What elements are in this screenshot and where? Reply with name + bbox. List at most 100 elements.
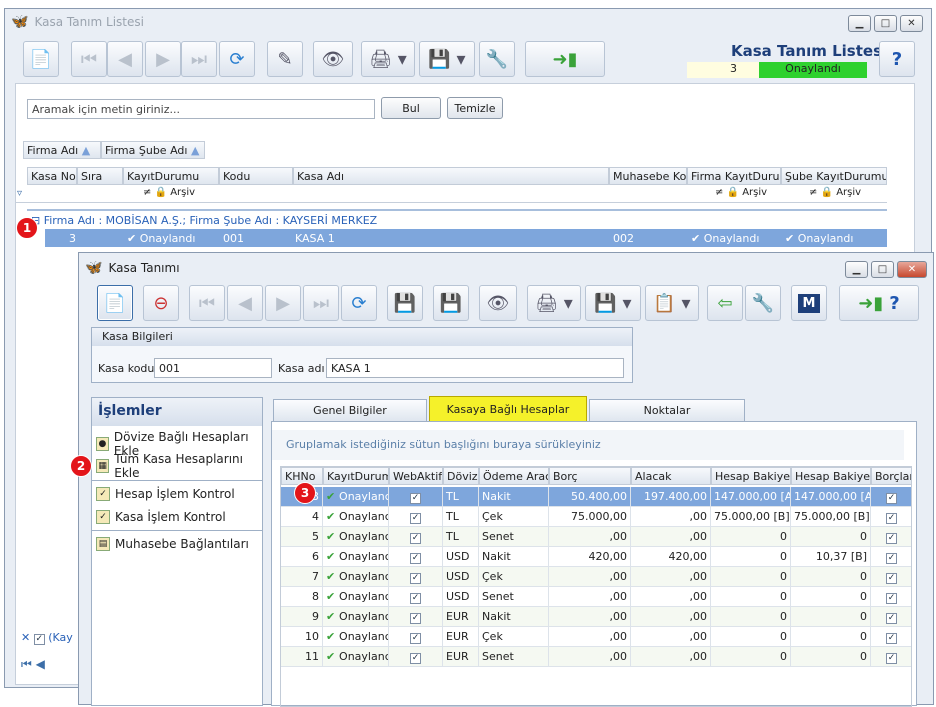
col-kasa-no[interactable]: Kasa No	[27, 167, 77, 185]
next-record-icon[interactable]: ▶	[265, 285, 301, 321]
col-alacak[interactable]: Alacak	[631, 467, 711, 485]
tab-noktalar[interactable]: Noktalar	[589, 399, 745, 421]
checkbox[interactable]: ✓	[410, 553, 421, 564]
close-button[interactable]: ✕	[897, 261, 927, 278]
refresh-icon[interactable]: ⟳	[341, 285, 377, 321]
checkbox[interactable]: ✓	[886, 653, 897, 664]
edit-icon[interactable]: ✎	[267, 41, 303, 77]
cell-web-aktif[interactable]: ✓	[389, 587, 443, 607]
copy-button[interactable]: 📋 ▾	[645, 285, 699, 321]
checkbox[interactable]: ✓	[410, 613, 421, 624]
tum-kasa-hesaplari-ekle[interactable]: ▦ Tüm Kasa Hesaplarını Ekle	[96, 452, 262, 480]
doviz-hesaplari-ekle[interactable]: ● Dövize Bağlı Hesapları Ekle	[96, 430, 262, 458]
cell-borclanir[interactable]: ✓	[871, 627, 911, 647]
preview-icon[interactable]: 👁	[313, 41, 353, 77]
table-row[interactable]: 9 ✔ Onaylanc ✓ EUR Nakit ,00,00 0 0 ✓	[281, 607, 911, 627]
cell-borclanir[interactable]: ✓	[871, 567, 911, 587]
first-record-icon[interactable]: ⏮	[189, 285, 225, 321]
col-sira[interactable]: Sıra	[77, 167, 123, 185]
checkbox[interactable]: ✓	[410, 633, 421, 644]
cell-borclanir[interactable]: ✓	[871, 487, 911, 507]
table-row[interactable]: 8 ✔ Onaylanc ✓ USD Senet ,00,00 0 0 ✓	[281, 587, 911, 607]
checkbox[interactable]: ✓	[410, 593, 421, 604]
col-kayit-durumu[interactable]: KayıtDurumu	[123, 167, 219, 185]
cell-borclanir[interactable]: ✓	[871, 507, 911, 527]
tab-kasaya-bagli-hesaplar[interactable]: Kasaya Bağlı Hesaplar	[429, 396, 587, 421]
cell-web-aktif[interactable]: ✓	[389, 487, 443, 507]
new-record-button[interactable]: 📄	[23, 41, 59, 77]
col-borc[interactable]: Borç	[549, 467, 631, 485]
first-record-icon[interactable]: ⏮	[71, 41, 107, 77]
cell-borclanir[interactable]: ✓	[871, 587, 911, 607]
nav-first-icon[interactable]: ⏮ ◀	[21, 657, 45, 672]
checkbox[interactable]: ✓	[886, 533, 897, 544]
cell-web-aktif[interactable]: ✓	[389, 607, 443, 627]
table-row[interactable]: 6 ✔ Onaylanc ✓ USD Nakit 420,00 420,00 0 10,37 […	[281, 547, 911, 567]
filter-arsiv[interactable]: ≠ 🔒 Arşiv	[143, 187, 195, 198]
table-row[interactable]: 7 ✔ Onaylanc ✓ USD Çek ,00,00 0 0 ✓	[281, 567, 911, 587]
kasa-islem-kontrol[interactable]: ✓ Kasa İşlem Kontrol	[96, 507, 226, 527]
cell-web-aktif[interactable]: ✓	[389, 527, 443, 547]
minimize-button[interactable]: ▁	[845, 261, 868, 278]
help-icon[interactable]: ?	[879, 41, 915, 77]
col-hesap-bakiye[interactable]: Hesap Bakiye	[711, 467, 791, 485]
checkbox[interactable]: ✓	[410, 513, 421, 524]
cell-borclanir[interactable]: ✓	[871, 547, 911, 567]
col-kayit-durumu[interactable]: KayıtDurumu	[323, 467, 389, 485]
filter-firma-arsiv[interactable]: ≠ 🔒 Arşiv	[715, 187, 767, 198]
preview-icon[interactable]: 👁	[479, 285, 517, 321]
col-hesap-bakiye-t[interactable]: Hesap Bakiye [T	[791, 467, 871, 485]
muhasebe-baglantilari[interactable]: ▤ Muhasebe Bağlantıları	[96, 534, 249, 554]
col-borclanir[interactable]: Borçlanır	[871, 467, 911, 485]
last-record-icon[interactable]: ⏭	[303, 285, 339, 321]
group-header-firma[interactable]: Firma Adı ▲	[23, 141, 101, 159]
maximize-button[interactable]: □	[871, 261, 894, 278]
col-odeme-araci[interactable]: Ödeme Aracı	[479, 467, 549, 485]
close-button[interactable]: ✕	[900, 15, 923, 32]
clear-button[interactable]: Temizle	[447, 97, 503, 119]
checkbox[interactable]: ✓	[410, 573, 421, 584]
print-button[interactable]: 🖨 ▾	[527, 285, 581, 321]
cell-web-aktif[interactable]: ✓	[389, 507, 443, 527]
col-doviz[interactable]: Döviz	[443, 467, 479, 485]
export-pdf-button[interactable]: 💾 ▾	[419, 41, 475, 77]
kasa-adi-field[interactable]: KASA 1	[326, 358, 624, 378]
col-sube-kayit[interactable]: Şube KayıtDurumu	[781, 167, 887, 185]
minimize-button[interactable]: ▁	[848, 15, 871, 32]
cell-borclanir[interactable]: ✓	[871, 527, 911, 547]
table-row[interactable]: 10 ✔ Onaylanc ✓ EUR Çek ,00,00 0 0 ✓	[281, 627, 911, 647]
find-button[interactable]: Bul	[381, 97, 441, 119]
checkbox[interactable]: ✓	[410, 653, 421, 664]
cell-web-aktif[interactable]: ✓	[389, 567, 443, 587]
checkbox[interactable]: ✓	[886, 573, 897, 584]
checkbox[interactable]: ✓	[410, 493, 421, 504]
cell-borclanir[interactable]: ✓	[871, 607, 911, 627]
tab-genel-bilgiler[interactable]: Genel Bilgiler	[273, 399, 427, 421]
prev-record-icon[interactable]: ◀	[227, 285, 263, 321]
back-icon[interactable]: ⇦	[707, 285, 743, 321]
col-kodu[interactable]: Kodu	[219, 167, 293, 185]
col-firma-kayit[interactable]: Firma KayıtDurumu	[687, 167, 781, 185]
export-pdf-button[interactable]: 💾 ▾	[585, 285, 641, 321]
checkbox[interactable]: ✓	[886, 633, 897, 644]
cell-web-aktif[interactable]: ✓	[389, 547, 443, 567]
filter-sube-arsiv[interactable]: ≠ 🔒 Arşiv	[809, 187, 861, 198]
next-record-icon[interactable]: ▶	[145, 41, 181, 77]
footer-filter[interactable]: ✕ ✓ (Kay	[21, 631, 73, 645]
m-icon[interactable]: M	[791, 285, 827, 321]
group-row[interactable]: ⊟ Firma Adı : MOBİSAN A.Ş.; Firma Şube A…	[27, 209, 887, 229]
save-icon[interactable]: 💾	[387, 285, 423, 321]
table-row[interactable]: 4 ✔ Onaylanc ✓ TL Çek 75.000,00,00 75.000,00 […	[281, 507, 911, 527]
checkbox[interactable]: ✓	[886, 513, 897, 524]
col-web-aktif[interactable]: WebAktif	[389, 467, 443, 485]
hesap-islem-kontrol[interactable]: ✓ Hesap İşlem Kontrol	[96, 484, 235, 504]
filter-icon[interactable]: ▿	[17, 188, 22, 199]
save-close-icon[interactable]: 💾	[433, 285, 469, 321]
delete-record-button[interactable]: ⊖	[143, 285, 179, 321]
table-row[interactable]: 3 ✔ Onaylanc ✓ TL Nakit 50.400,00 197.400,00 14…	[281, 487, 911, 507]
prev-record-icon[interactable]: ◀	[107, 41, 143, 77]
table-row[interactable]: 3 ✔ Onaylandı 001 KASA 1 002 ✔ Onaylandı…	[45, 229, 887, 247]
print-button[interactable]: 🖨 ▾	[361, 41, 415, 77]
col-muhasebe[interactable]: Muhasebe Kodu	[609, 167, 687, 185]
last-record-icon[interactable]: ⏭	[181, 41, 217, 77]
